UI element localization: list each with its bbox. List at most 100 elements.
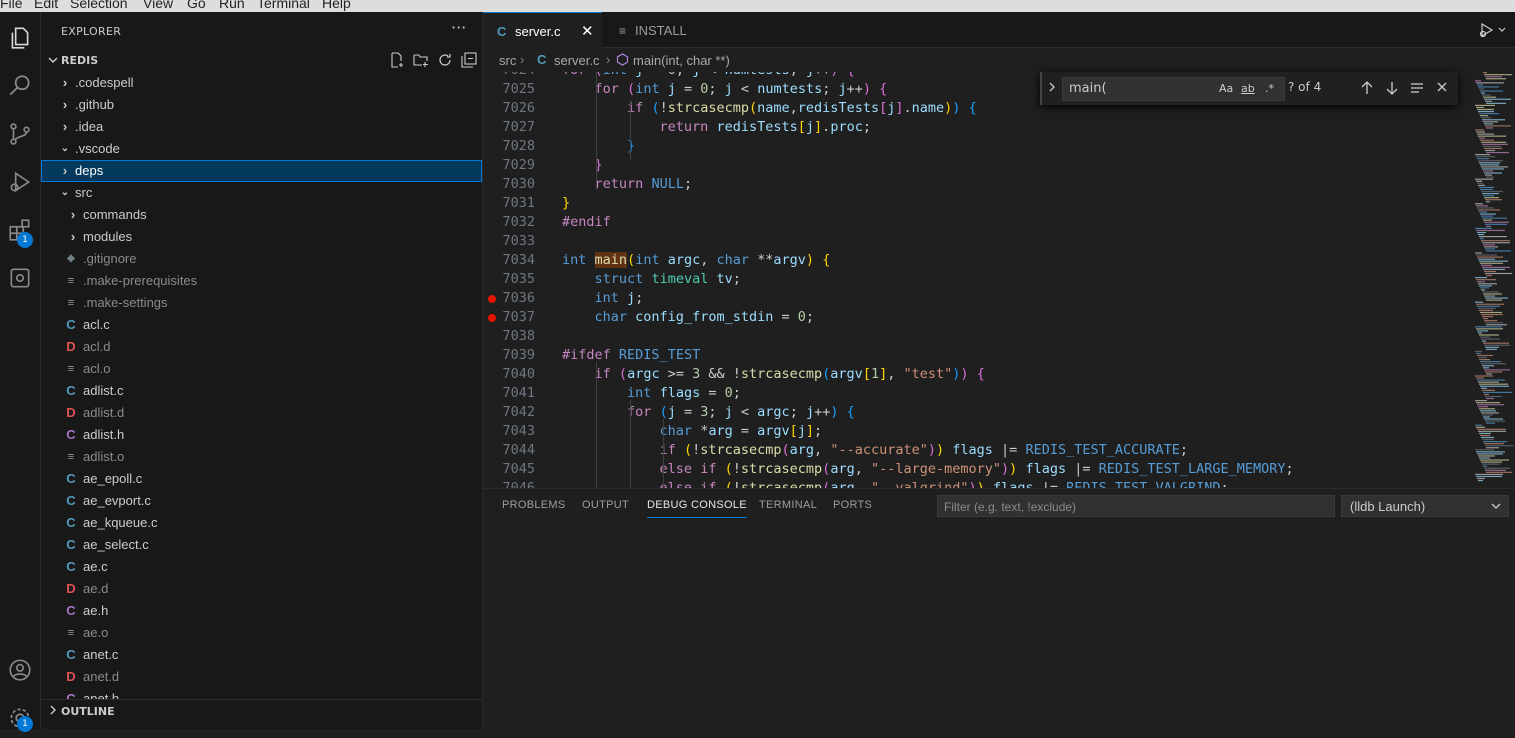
tree-item-ae-h[interactable]: Cae.h [41, 600, 482, 622]
tree-item-src[interactable]: ⌄ src [41, 182, 482, 204]
launch-config-select[interactable]: (lldb Launch) [1341, 495, 1509, 517]
minimap-line [1476, 106, 1484, 109]
tree-item-deps[interactable]: › deps [41, 160, 482, 182]
chevron-right-icon[interactable] [1046, 80, 1058, 98]
tree-item-ae-o[interactable]: ≡ ae.o [41, 622, 482, 644]
minimap-line [1475, 252, 1482, 254]
source-control-icon[interactable] [4, 118, 36, 150]
tree-item-github[interactable]: › .github [41, 94, 482, 116]
tree-item-codespell[interactable]: › .codespell [41, 72, 482, 94]
minimap-line [1479, 211, 1487, 213]
tab-problems[interactable]: PROBLEMS [502, 499, 566, 511]
tree-item-anet-c[interactable]: Canet.c [41, 644, 482, 666]
refresh-icon[interactable] [437, 52, 453, 72]
arrow-up-icon[interactable] [1360, 80, 1374, 100]
menu-terminal[interactable]: Terminal [257, 0, 310, 11]
minimap-line [1476, 156, 1495, 158]
menu-file[interactable]: File [0, 0, 23, 11]
tree-item-acl-c[interactable]: Cacl.c [41, 314, 482, 336]
menu-go[interactable]: Go [187, 0, 206, 11]
whole-word-toggle[interactable]: ab [1241, 78, 1255, 100]
more-actions-icon[interactable]: ··· [451, 18, 466, 37]
tree-item-gitignore[interactable]: ◆ .gitignore [41, 248, 482, 270]
run-debug-dropdown-icon[interactable] [1479, 22, 1509, 42]
settings-badge: 1 [17, 716, 33, 732]
minimap-line [1475, 154, 1490, 156]
menu-edit[interactable]: Edit [34, 0, 58, 11]
tree-item-modules[interactable]: › modules [41, 226, 482, 248]
minimap-line [1483, 96, 1496, 98]
regex-toggle[interactable]: .* [1265, 78, 1274, 100]
tab-debug-console[interactable]: DEBUG CONSOLE [647, 499, 747, 518]
minimap-line [1484, 443, 1504, 445]
tree-item-adlist-d[interactable]: Dadlist.d [41, 402, 482, 424]
tree-item-ae-select-c[interactable]: Cae_select.c [41, 534, 482, 556]
code-line: struct timeval tv; [594, 271, 741, 287]
find-in-selection-icon[interactable] [1410, 81, 1424, 99]
tree-item-acl-d[interactable]: Dacl.d [41, 336, 482, 358]
tab-ports[interactable]: PORTS [833, 499, 872, 511]
minimap-line [1479, 334, 1499, 336]
line-number: 7029 [502, 157, 535, 173]
menu-view[interactable]: View [143, 0, 173, 11]
menu-selection[interactable]: Selection [70, 0, 128, 11]
remote-explorer-icon[interactable] [4, 262, 36, 294]
tree-item-ae-d[interactable]: Dae.d [41, 578, 482, 600]
breakpoint-marker[interactable] [488, 295, 496, 303]
tab-output[interactable]: OUTPUT [582, 499, 629, 511]
tree-item-adlist-o[interactable]: ≡ adlist.o [41, 446, 482, 468]
line-number: 7044 [502, 442, 535, 458]
explorer-icon[interactable] [4, 22, 36, 54]
find-input[interactable]: main( Aa ab .* [1062, 77, 1285, 101]
breadcrumb-file[interactable]: server.c [554, 53, 600, 68]
c-file-icon: C [66, 317, 76, 332]
menu-help[interactable]: Help [322, 0, 351, 11]
minimap-line [1483, 416, 1490, 418]
new-folder-icon[interactable] [413, 52, 429, 72]
tree-item-commands[interactable]: › commands [41, 204, 482, 226]
breakpoint-marker[interactable] [488, 314, 496, 322]
tree-item-ae-c[interactable]: Cae.c [41, 556, 482, 578]
tree-item-anet-d[interactable]: Danet.d [41, 666, 482, 688]
minimap-line [1480, 115, 1488, 117]
d-file-icon: D [66, 405, 76, 420]
menu-run[interactable]: Run [219, 0, 245, 11]
minimap-line [1483, 342, 1509, 344]
code-line: } [627, 138, 636, 154]
search-icon[interactable] [4, 70, 36, 102]
object-file-icon: ≡ [67, 451, 75, 463]
c-file-icon: C [66, 493, 76, 508]
code-editor[interactable]: 7024 for (int j = 0; j < numtests; j++) {… [483, 72, 1515, 488]
tree-item-make-settings[interactable]: ≡ .make-settings [41, 292, 482, 314]
close-icon[interactable]: ✕ [581, 13, 594, 51]
tree-item-ae-evport-c[interactable]: Cae_evport.c [41, 490, 482, 512]
breadcrumb-symbol[interactable]: main(int, char **) [633, 53, 730, 68]
collapse-all-icon[interactable] [461, 52, 477, 72]
new-file-icon[interactable] [389, 52, 405, 72]
tree-item-adlist-h[interactable]: Cadlist.h [41, 424, 482, 446]
tab-install[interactable]: ≡ INSTALL [603, 12, 723, 47]
minimap[interactable] [1473, 72, 1515, 488]
tree-item-vscode[interactable]: ⌄ .vscode [41, 138, 482, 160]
minimap-line [1477, 207, 1494, 209]
tree-item-ae-epoll-c[interactable]: Cae_epoll.c [41, 468, 482, 490]
tab-server-c[interactable]: C server.c ✕ [483, 12, 602, 48]
code-line: if (!strcasecmp(arg, "--accurate")) flag… [659, 442, 1189, 458]
tree-item-make-prerequisites[interactable]: ≡ .make-prerequisites [41, 270, 482, 292]
arrow-down-icon[interactable] [1385, 80, 1399, 100]
run-debug-icon[interactable] [4, 166, 36, 198]
minimap-line [1485, 100, 1492, 102]
tree-item-adlist-c[interactable]: Cadlist.c [41, 380, 482, 402]
breadcrumb-folder[interactable]: src [499, 53, 516, 68]
tree-item-ae-kqueue-c[interactable]: Cae_kqueue.c [41, 512, 482, 534]
tab-terminal[interactable]: TERMINAL [759, 499, 817, 511]
tree-item-acl-o[interactable]: ≡ acl.o [41, 358, 482, 380]
accounts-icon[interactable] [4, 654, 36, 686]
close-icon[interactable] [1436, 81, 1448, 97]
debug-filter-input[interactable]: Filter (e.g. text, !exclude) [937, 495, 1335, 517]
chevron-right-icon: › [62, 119, 68, 134]
match-case-toggle[interactable]: Aa [1219, 78, 1233, 100]
outline-section[interactable]: OUTLINE [41, 699, 482, 724]
tree-item-idea[interactable]: › .idea [41, 116, 482, 138]
minimap-line [1485, 272, 1512, 275]
